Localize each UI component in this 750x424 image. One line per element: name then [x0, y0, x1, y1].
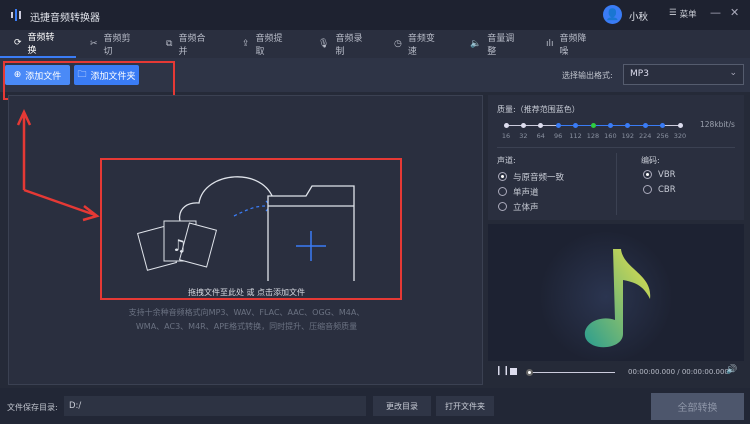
menu-label: 菜单 — [679, 10, 697, 20]
playback-progress[interactable] — [529, 372, 615, 373]
merge-icon: ⧉ — [166, 39, 173, 49]
slider-tick-64[interactable] — [538, 123, 544, 128]
annotation-arrow-icon — [16, 109, 100, 222]
tab-label: 音频提取 — [255, 34, 283, 57]
close-button[interactable]: ✕ — [730, 6, 739, 19]
save-path-input[interactable]: D:/ — [64, 396, 366, 416]
tab-label: 音频转换 — [27, 33, 55, 56]
time-display: 00:00:00.000 / 00:00:00.000 — [628, 368, 729, 376]
tab-audio-cut[interactable]: ✂ 音频剪切 — [76, 30, 152, 58]
quality-label: 质量:（推荐范围蓝色） — [497, 105, 580, 114]
slider-tick-32[interactable] — [520, 123, 526, 128]
divider — [497, 147, 735, 148]
pause-button[interactable]: ❙❙ — [495, 366, 510, 376]
channel-option-original[interactable]: 与原音频一致 — [498, 169, 564, 184]
app-logo-icon — [8, 7, 24, 23]
tab-audio-record[interactable]: 🎙 音频录制 — [304, 30, 380, 58]
tab-denoise[interactable]: ılı 音频降噪 — [532, 30, 608, 58]
option-label: VBR — [658, 169, 676, 180]
tab-label: 音频降噪 — [559, 34, 587, 57]
minimize-button[interactable]: — — [710, 6, 721, 19]
slider-tick-16[interactable] — [503, 123, 509, 128]
change-directory-label: 更改目录 — [386, 401, 418, 411]
convert-all-label: 全部转换 — [677, 403, 718, 414]
channel-option-mono[interactable]: 单声道 — [498, 184, 564, 199]
option-label: CBR — [658, 184, 676, 195]
slider-tick-320[interactable] — [677, 123, 683, 128]
chevron-down-icon: ⌄ — [729, 68, 737, 78]
option-label: 立体声 — [513, 202, 539, 213]
slider-tick-128[interactable] — [590, 123, 596, 128]
speed-icon: ◷ — [394, 39, 402, 49]
slider-tick-160[interactable] — [607, 123, 613, 128]
change-directory-button[interactable]: 更改目录 — [373, 396, 431, 416]
open-folder-label: 打开文件夹 — [445, 401, 485, 411]
tab-label: 音频录制 — [335, 34, 363, 57]
tab-label: 音频变速 — [407, 34, 435, 57]
radio-icon — [498, 202, 507, 211]
avatar[interactable]: 👤 — [603, 5, 622, 24]
volume-button[interactable]: 🔊 — [726, 365, 737, 375]
volume-icon: 🔈 — [470, 39, 482, 49]
format-value: MP3 — [630, 69, 649, 79]
user-name[interactable]: 小秋 — [629, 9, 648, 23]
radio-icon — [498, 172, 507, 181]
channel-label: 声道: — [497, 156, 516, 165]
microphone-icon: 🎙 — [318, 39, 330, 49]
slider-tick-192[interactable] — [625, 123, 631, 128]
annotation-box — [100, 158, 402, 300]
formats-description-2: WMA、AC3、M4R、APE格式转换，同时提升、压缩音频质量 — [135, 322, 358, 331]
formats-description-1: 支持十余种音频格式向MP3、WAV、FLAC、AAC、OGG、M4A、 — [128, 308, 365, 317]
quality-value: 128kbit/s — [700, 120, 735, 129]
slider-tick-224[interactable] — [642, 123, 648, 128]
bottom-bar: 文件保存目录: D:/ 更改目录 打开文件夹 全部转换 — [0, 388, 750, 424]
audio-player: ❙❙ 00:00:00.000 / 00:00:00.000 🔊 — [488, 224, 744, 384]
menu-button[interactable]: ☰ 菜单 — [669, 8, 697, 20]
title-bar: 迅捷音频转换器 👤 小秋 ☰ 菜单 — ✕ — [0, 0, 750, 30]
radio-icon — [498, 187, 507, 196]
slider-tick-label: 320 — [673, 132, 687, 140]
tab-audio-merge[interactable]: ⧉ 音频合并 — [152, 30, 228, 58]
option-label: 与原音频一致 — [513, 172, 565, 183]
menu-icon: ☰ — [669, 8, 677, 18]
slider-tick-256[interactable] — [660, 123, 666, 128]
open-folder-button[interactable]: 打开文件夹 — [436, 396, 494, 416]
settings-panel: 质量:（推荐范围蓝色） 16 32 64 96 112 128 160 192 224 256 32… — [488, 95, 744, 220]
slider-tick-96[interactable] — [555, 123, 561, 128]
scissors-icon: ✂ — [90, 39, 98, 49]
slider-tick-112[interactable] — [573, 123, 579, 128]
tab-label: 音量调整 — [487, 34, 515, 57]
tab-label: 音频合并 — [178, 34, 206, 57]
quality-slider[interactable]: 16 32 64 96 112 128 160 192 224 256 320 — [502, 123, 686, 147]
encoding-label: 编码: — [641, 156, 660, 165]
channel-option-stereo[interactable]: 立体声 — [498, 199, 564, 214]
encoding-option-vbr[interactable]: VBR — [643, 167, 676, 182]
feature-tabs: ⟳ 音频转换 ✂ 音频剪切 ⧉ 音频合并 ⇪ 音频提取 🎙 音频录制 ◷ 音频变速 🔈 音量调… — [0, 30, 750, 58]
tab-audio-extract[interactable]: ⇪ 音频提取 — [228, 30, 304, 58]
player-controls: ❙❙ 00:00:00.000 / 00:00:00.000 🔊 — [488, 361, 744, 384]
save-dir-label: 文件保存目录: — [7, 403, 58, 412]
divider — [616, 153, 617, 215]
format-label: 选择输出格式: — [562, 71, 613, 80]
stop-button[interactable] — [510, 368, 517, 375]
tab-audio-speed[interactable]: ◷ 音频变速 — [380, 30, 456, 58]
music-note-icon — [584, 249, 651, 348]
encoding-options: VBR CBR — [643, 167, 676, 197]
tab-volume[interactable]: 🔈 音量调整 — [456, 30, 532, 58]
encoding-option-cbr[interactable]: CBR — [643, 182, 676, 197]
channel-options: 与原音频一致 单声道 立体声 — [498, 169, 564, 214]
convert-all-button[interactable]: 全部转换 — [651, 393, 744, 420]
format-select[interactable]: MP3 ⌄ — [623, 64, 744, 85]
radio-icon — [643, 185, 652, 194]
tab-label: 音频剪切 — [103, 34, 131, 57]
denoise-icon: ılı — [546, 39, 554, 49]
app-title: 迅捷音频转换器 — [30, 13, 100, 24]
save-path-value: D:/ — [69, 401, 82, 411]
extract-icon: ⇪ — [242, 39, 250, 49]
progress-handle[interactable] — [526, 369, 533, 376]
refresh-icon: ⟳ — [14, 38, 22, 48]
radio-icon — [643, 170, 652, 179]
option-label: 单声道 — [513, 187, 539, 198]
tab-audio-convert[interactable]: ⟳ 音频转换 — [0, 30, 76, 58]
